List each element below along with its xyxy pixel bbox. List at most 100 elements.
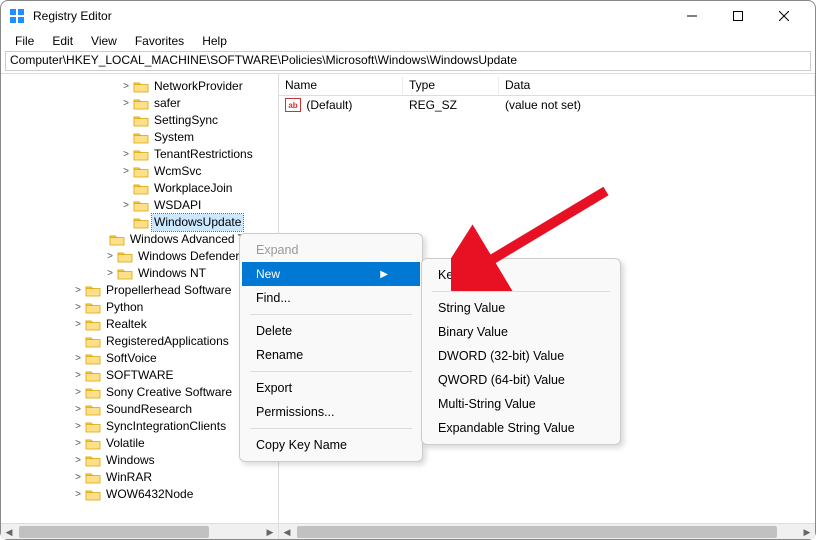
expand-chevron-icon[interactable]: > — [71, 418, 85, 435]
ctx-delete[interactable]: Delete — [242, 319, 420, 343]
expand-chevron-icon[interactable]: > — [71, 401, 85, 418]
expand-chevron-icon[interactable]: > — [71, 384, 85, 401]
tree-node[interactable]: >WindowsUpdate — [3, 214, 278, 231]
ctx-new-qword[interactable]: QWORD (64-bit) Value — [424, 368, 618, 392]
expand-chevron-icon[interactable]: > — [119, 163, 133, 180]
tree-node[interactable]: >safer — [3, 95, 278, 112]
scroll-right-button[interactable]: ▶ — [262, 524, 278, 539]
ctx-new[interactable]: New ▶ — [242, 262, 420, 286]
close-button[interactable] — [761, 1, 807, 31]
ctx-export[interactable]: Export — [242, 376, 420, 400]
tree-node[interactable]: >WcmSvc — [3, 163, 278, 180]
tree-node[interactable]: >Windows Defender — [3, 248, 278, 265]
registry-tree: >NetworkProvider>safer>SettingSync>Syste… — [1, 76, 278, 505]
separator — [250, 371, 412, 372]
expand-chevron-icon[interactable]: > — [119, 197, 133, 214]
maximize-button[interactable] — [715, 1, 761, 31]
menu-edit[interactable]: Edit — [44, 32, 81, 50]
tree-node[interactable]: >Windows Advanced Threat Protection — [3, 231, 278, 248]
tree-hscrollbar[interactable]: ◀ ▶ — [1, 523, 278, 539]
separator — [250, 428, 412, 429]
ctx-new-expandstring[interactable]: Expandable String Value — [424, 416, 618, 440]
tree-node[interactable]: >RegisteredApplications — [3, 333, 278, 350]
tree-node[interactable]: >SettingSync — [3, 112, 278, 129]
tree-node[interactable]: >SOFTWARE — [3, 367, 278, 384]
tree-node[interactable]: >Propellerhead Software — [3, 282, 278, 299]
address-bar[interactable]: Computer\HKEY_LOCAL_MACHINE\SOFTWARE\Pol… — [5, 51, 811, 71]
ctx-new-multistring[interactable]: Multi-String Value — [424, 392, 618, 416]
tree-node-label: NetworkProvider — [152, 78, 245, 95]
value-row[interactable]: ab (Default)REG_SZ(value not set) — [279, 96, 815, 114]
menu-file[interactable]: File — [7, 32, 42, 50]
menu-help[interactable]: Help — [194, 32, 235, 50]
col-type[interactable]: Type — [403, 76, 499, 94]
expand-chevron-icon[interactable]: > — [71, 299, 85, 316]
folder-icon — [85, 471, 101, 485]
tree-node[interactable]: > SoundResearch — [3, 401, 278, 418]
ctx-new-string[interactable]: String Value — [424, 296, 618, 320]
submenu-arrow-icon: ▶ — [380, 269, 388, 280]
ctx-copy-key-name[interactable]: Copy Key Name — [242, 433, 420, 457]
ctx-new-binary[interactable]: Binary Value — [424, 320, 618, 344]
expand-chevron-icon[interactable]: > — [71, 435, 85, 452]
expand-chevron-icon[interactable]: > — [119, 78, 133, 95]
expand-chevron-icon[interactable]: > — [71, 282, 85, 299]
ctx-new-dword[interactable]: DWORD (32-bit) Value — [424, 344, 618, 368]
ctx-permissions[interactable]: Permissions... — [242, 400, 420, 424]
tree-node[interactable]: >Windows NT — [3, 265, 278, 282]
folder-icon — [133, 97, 149, 111]
folder-icon — [133, 148, 149, 162]
scroll-right-button[interactable]: ▶ — [799, 524, 815, 539]
expand-chevron-icon[interactable]: > — [71, 367, 85, 384]
values-hscrollbar[interactable]: ◀ ▶ — [279, 523, 815, 539]
expand-chevron-icon[interactable]: > — [119, 146, 133, 163]
tree-node-label: WSDAPI — [152, 197, 203, 214]
tree-node-label: SoundResearch — [104, 401, 194, 418]
expand-chevron-icon[interactable]: > — [71, 486, 85, 503]
scroll-left-button[interactable]: ◀ — [279, 524, 295, 539]
col-data[interactable]: Data — [499, 76, 815, 94]
col-name[interactable]: Name — [279, 76, 403, 94]
tree-node[interactable]: >TenantRestrictions — [3, 146, 278, 163]
expand-chevron-icon[interactable]: > — [103, 265, 117, 282]
expand-chevron-icon[interactable]: > — [71, 469, 85, 486]
tree-node[interactable]: >Sony Creative Software — [3, 384, 278, 401]
scroll-thumb[interactable] — [19, 526, 209, 538]
ctx-find[interactable]: Find... — [242, 286, 420, 310]
tree-node[interactable]: >Windows — [3, 452, 278, 469]
ctx-new-key[interactable]: Key — [424, 263, 618, 287]
tree-node[interactable]: >Volatile — [3, 435, 278, 452]
value-type: REG_SZ — [403, 97, 499, 113]
tree-node[interactable]: > Realtek — [3, 316, 278, 333]
expand-chevron-icon[interactable]: > — [103, 248, 117, 265]
tree-node[interactable]: >WinRAR — [3, 469, 278, 486]
expand-chevron-icon[interactable]: > — [71, 316, 85, 333]
tree-node-label: Realtek — [104, 316, 149, 333]
expand-chevron-icon[interactable]: > — [119, 95, 133, 112]
expand-chevron-icon[interactable]: > — [71, 452, 85, 469]
tree-node[interactable]: > WSDAPI — [3, 197, 278, 214]
tree-pane[interactable]: >NetworkProvider>safer>SettingSync>Syste… — [1, 74, 279, 539]
tree-node[interactable]: > NetworkProvider — [3, 78, 278, 95]
folder-icon — [133, 199, 149, 213]
tree-node[interactable]: > SoftVoice — [3, 350, 278, 367]
folder-icon — [85, 352, 101, 366]
menu-favorites[interactable]: Favorites — [127, 32, 192, 50]
folder-icon — [133, 114, 149, 128]
folder-icon — [117, 250, 133, 264]
tree-node-label: System — [152, 129, 196, 146]
tree-node-label: SoftVoice — [104, 350, 159, 367]
tree-node[interactable]: >WOW6432Node — [3, 486, 278, 503]
expand-chevron-icon[interactable]: > — [71, 350, 85, 367]
tree-node[interactable]: >WorkplaceJoin — [3, 180, 278, 197]
scroll-thumb[interactable] — [297, 526, 777, 538]
tree-node[interactable]: >SyncIntegrationClients — [3, 418, 278, 435]
ctx-new-label: New — [256, 267, 280, 281]
scroll-left-button[interactable]: ◀ — [1, 524, 17, 539]
tree-node[interactable]: >Python — [3, 299, 278, 316]
tree-node[interactable]: >System — [3, 129, 278, 146]
folder-icon — [85, 369, 101, 383]
minimize-button[interactable] — [669, 1, 715, 31]
ctx-rename[interactable]: Rename — [242, 343, 420, 367]
menu-view[interactable]: View — [83, 32, 125, 50]
